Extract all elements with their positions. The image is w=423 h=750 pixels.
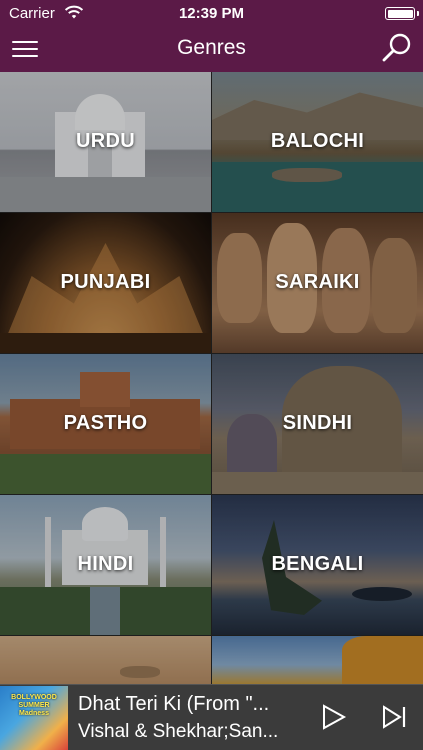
clock: 12:39 PM (178, 5, 245, 22)
genre-tile-partial-right[interactable] (212, 636, 423, 684)
album-art[interactable]: BOLLYWOOD SUMMER Madness (0, 686, 68, 750)
genre-tile-punjabi[interactable]: PUNJABI (0, 213, 211, 353)
top-bar: Carrier 12:39 PM Genres (0, 0, 423, 72)
genre-label: PASTHO (63, 412, 148, 434)
genre-label: BALOCHI (270, 130, 365, 152)
battery-icon (385, 7, 419, 20)
navigation-bar: Genres (0, 28, 423, 72)
now-playing-bar[interactable]: BOLLYWOOD SUMMER Madness Dhat Teri Ki (F… (0, 684, 423, 750)
now-playing-song-title: Dhat Teri Ki (From "... (78, 693, 270, 715)
genre-label: HINDI (77, 553, 134, 575)
genre-label: SARAIKI (275, 271, 360, 293)
page-title: Genres (177, 36, 246, 59)
genre-tile-saraiki[interactable]: SARAIKI (212, 213, 423, 353)
now-playing-artist: Vishal & Shekhar;San... (78, 721, 279, 742)
genre-grid: URDU BALOCHI PUNJABI SARAIKI PASTHO SIND… (0, 72, 423, 684)
genre-tile-sindhi[interactable]: SINDHI (212, 354, 423, 494)
genre-label: SINDHI (282, 412, 353, 434)
genre-tile-partial-left[interactable] (0, 636, 211, 684)
search-icon[interactable] (381, 32, 413, 64)
genre-label: URDU (76, 130, 135, 152)
album-art-text: BOLLYWOOD SUMMER Madness (11, 694, 57, 717)
genre-tile-pastho[interactable]: PASTHO (0, 354, 211, 494)
app-screen: Carrier 12:39 PM Genres URDU BALOCHI PUN… (0, 0, 423, 750)
play-icon[interactable] (318, 702, 348, 732)
genre-label: PUNJABI (60, 271, 151, 293)
genre-tile-urdu[interactable]: URDU (0, 72, 211, 212)
status-bar: Carrier 12:39 PM (0, 0, 423, 28)
genre-label: BENGALI (271, 553, 364, 575)
genre-tile-balochi[interactable]: BALOCHI (212, 72, 423, 212)
genre-tile-hindi[interactable]: HINDI (0, 495, 211, 635)
next-track-icon[interactable] (380, 702, 410, 732)
genre-tile-bengali[interactable]: BENGALI (212, 495, 423, 635)
